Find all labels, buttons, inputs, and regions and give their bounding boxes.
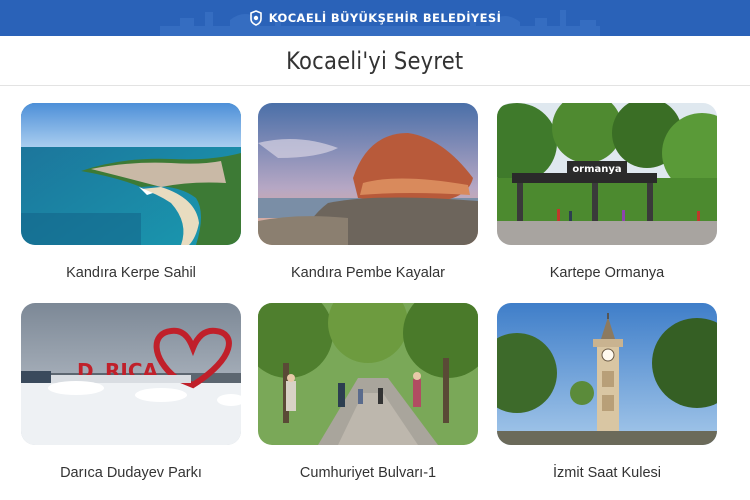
brand-title: KOCAELİ BÜYÜKŞEHİR BELEDİYESİ <box>268 11 502 25</box>
ormanya-sign-text: ormanya <box>572 164 621 175</box>
card-label[interactable]: İzmit Saat Kulesi <box>497 465 717 481</box>
card-label[interactable]: Kandıra Pembe Kayalar <box>258 265 478 281</box>
brand[interactable]: KOCAELİ BÜYÜKŞEHİR BELEDİYESİ <box>249 10 502 26</box>
gallery-card[interactable]: Kandıra Kerpe Sahil <box>21 103 241 281</box>
municipality-logo-icon <box>249 10 262 26</box>
site-header: KOCAELİ BÜYÜKŞEHİR BELEDİYESİ <box>0 0 750 36</box>
gallery-card[interactable]: D RICA Darıca Dudayev Parkı <box>21 303 241 481</box>
gallery-card[interactable]: ormanya Kartepe Ormanya <box>497 103 717 281</box>
card-label[interactable]: Cumhuriyet Bulvarı-1 <box>258 465 478 481</box>
pink-rocks-image[interactable] <box>258 103 478 245</box>
page-title-bar: Kocaeli'yi Seyret <box>0 36 750 86</box>
coastline-aerial-image[interactable] <box>21 103 241 245</box>
darica-snow-park-image[interactable]: D RICA <box>21 303 241 445</box>
page-title: Kocaeli'yi Seyret <box>286 46 464 75</box>
ormanya-entrance-image[interactable]: ormanya <box>497 103 717 245</box>
boulevard-trees-image[interactable] <box>258 303 478 445</box>
card-label[interactable]: Kartepe Ormanya <box>497 265 717 281</box>
gallery-card[interactable]: İzmit Saat Kulesi <box>497 303 717 481</box>
gallery-card[interactable]: Kandıra Pembe Kayalar <box>258 103 478 281</box>
gallery-card[interactable]: Cumhuriyet Bulvarı-1 <box>258 303 478 481</box>
clock-tower-image[interactable] <box>497 303 717 445</box>
card-label[interactable]: Darıca Dudayev Parkı <box>21 465 241 481</box>
card-label[interactable]: Kandıra Kerpe Sahil <box>21 265 241 281</box>
